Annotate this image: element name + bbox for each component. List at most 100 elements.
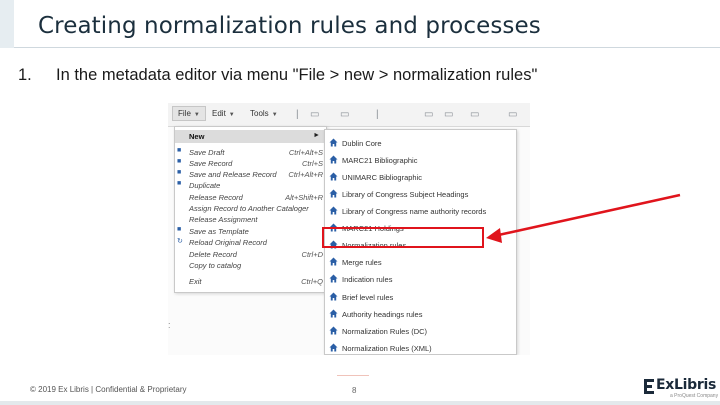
new-submenu-item-label: Authority headings rules: [342, 310, 423, 319]
document-icon[interactable]: ▭: [310, 109, 319, 120]
home-icon: [329, 309, 338, 318]
home-icon: [329, 155, 338, 164]
logo-text: ExLibris: [656, 377, 716, 393]
new-submenu-item-label: Normalization Rules (DC): [342, 327, 428, 336]
file-menu-item-shortcut: Ctrl+S: [301, 159, 323, 168]
pipe-separator-icon: |: [296, 109, 299, 120]
chevron-right-icon: ►: [313, 132, 320, 139]
save-icon: ■: [177, 147, 182, 154]
file-menu-item-label: Exit: [189, 277, 202, 286]
save-icon: ■: [177, 180, 182, 187]
home-icon: [329, 206, 338, 215]
file-menu-item-save-and-release[interactable]: ■ Save and Release Record Ctrl+Alt+R: [175, 169, 326, 180]
step-number: 1.: [18, 66, 32, 84]
document-icon[interactable]: ▭: [508, 109, 517, 120]
document-icon[interactable]: ▭: [444, 109, 453, 120]
chevron-down-icon: ▼: [271, 112, 278, 118]
file-dropdown-menu: New ► ■ Save Draft Ctrl+Alt+S ■ Save Rec…: [174, 126, 327, 293]
file-menu-item-shortcut: Ctrl+Alt+R: [288, 170, 323, 179]
file-menu-item-exit[interactable]: Exit Ctrl+Q: [175, 276, 326, 287]
home-icon: [329, 326, 338, 335]
file-menu-item-label: Release Record: [189, 193, 243, 202]
chevron-down-icon: ▼: [193, 112, 200, 118]
step-instruction: 1. In the metadata editor via menu "File …: [18, 66, 537, 85]
pipe-separator-icon: |: [376, 109, 379, 120]
home-icon: [329, 138, 338, 147]
logo-subtext: a ProQuest Company: [670, 393, 719, 399]
file-menu-item-shortcut: Alt+Shift+R: [285, 193, 323, 202]
file-menu-item-label: Assign Record to Another Cataloger: [189, 204, 309, 213]
new-submenu-item[interactable]: Authority headings rules: [325, 307, 516, 321]
menu-edit[interactable]: Edit ▼: [212, 109, 235, 118]
footer-copyright: © 2019 Ex Libris | Confidential & Propri…: [30, 385, 187, 394]
file-menu-item-copy-to-catalog[interactable]: Copy to catalog: [175, 260, 326, 271]
file-menu-item-label: Save and Release Record: [189, 170, 277, 179]
new-submenu-item[interactable]: Library of Congress name authority recor…: [325, 204, 516, 218]
document-icon[interactable]: ▭: [424, 109, 433, 120]
new-submenu-item-label: Brief level rules: [342, 293, 394, 302]
home-icon: [329, 292, 338, 301]
file-menu-item-new[interactable]: New ►: [175, 130, 326, 143]
page-number-rule: [337, 375, 369, 376]
slide-corner-decoration: [0, 0, 14, 48]
new-submenu-item[interactable]: Normalization Rules (XML): [325, 341, 516, 355]
reload-icon: ↻: [177, 238, 183, 245]
new-submenu-item[interactable]: Indication rules: [325, 272, 516, 286]
new-submenu-item-label: Indication rules: [342, 275, 393, 284]
save-icon: ■: [177, 158, 182, 165]
slide-title: Creating normalization rules and process…: [38, 13, 541, 39]
new-submenu-item[interactable]: Normalization Rules (DC): [325, 324, 516, 338]
home-icon: [329, 343, 338, 352]
file-menu-item-save-record[interactable]: ■ Save Record Ctrl+S: [175, 158, 326, 169]
file-menu-item-release-assignment[interactable]: Release Assignment: [175, 214, 326, 225]
file-menu-item-label: Save Draft: [189, 148, 225, 157]
document-icon[interactable]: ▭: [340, 109, 349, 120]
file-menu-item-label: New: [189, 132, 205, 141]
bottom-strip: [0, 401, 720, 405]
file-menu-item-duplicate[interactable]: ■ Duplicate: [175, 180, 326, 191]
new-submenu-item[interactable]: Library of Congress Subject Headings: [325, 187, 516, 201]
home-icon: [329, 189, 338, 198]
new-submenu-item[interactable]: MARC21 Bibliographic: [325, 153, 516, 167]
file-menu-item-shortcut: Ctrl+Alt+S: [288, 148, 323, 157]
new-submenu-item-label: Dublin Core: [342, 139, 382, 148]
editor-menubar: File ▼ Edit ▼ Tools ▼ | ▭ ▭ | ▭ ▭ ▭ ▭: [168, 103, 530, 127]
file-menu-item-label: Reload Original Record: [189, 238, 267, 247]
new-submenu-item[interactable]: Brief level rules: [325, 290, 516, 304]
new-submenu-item-label: Merge rules: [342, 258, 382, 267]
file-menu-item-shortcut: Ctrl+Q: [301, 277, 323, 286]
home-icon: [329, 172, 338, 181]
new-submenu-item-label: UNIMARC Bibliographic: [342, 173, 423, 182]
normalization-rules-highlight-box: [322, 227, 484, 248]
file-menu-item-save-as-template[interactable]: ■ Save as Template: [175, 226, 326, 237]
left-edge-mark: :: [168, 320, 171, 330]
file-menu-item-label: Copy to catalog: [189, 261, 242, 270]
home-icon: [329, 257, 338, 266]
menu-tools-label: Tools: [250, 109, 269, 118]
new-submenu-item-label: Normalization Rules (XML): [342, 344, 432, 353]
new-submenu-item[interactable]: UNIMARC Bibliographic: [325, 170, 516, 184]
menu-tools[interactable]: Tools ▼: [250, 109, 278, 118]
menu-file-label: File: [178, 109, 191, 118]
menu-file[interactable]: File ▼: [172, 106, 206, 121]
file-menu-item-assign-record[interactable]: Assign Record to Another Cataloger: [175, 203, 326, 214]
menu-edit-label: Edit: [212, 109, 226, 118]
new-submenu-item-label: MARC21 Bibliographic: [342, 156, 418, 165]
file-menu-item-label: Duplicate: [189, 181, 221, 190]
logo-mark-icon: [644, 379, 654, 394]
save-icon: ■: [177, 169, 182, 176]
document-icon[interactable]: ▭: [470, 109, 479, 120]
new-submenu-item-label: Library of Congress Subject Headings: [342, 190, 469, 199]
new-submenu-item[interactable]: Merge rules: [325, 255, 516, 269]
file-menu-item-delete-record[interactable]: Delete Record Ctrl+D: [175, 249, 326, 260]
new-submenu-item-label: Library of Congress name authority recor…: [342, 207, 487, 216]
file-menu-item-label: Release Assignment: [189, 215, 258, 224]
new-submenu-item[interactable]: Dublin Core: [325, 136, 516, 150]
exlibris-logo: ExLibris a ProQuest Company: [640, 375, 718, 401]
title-divider: [14, 47, 720, 48]
file-menu-item-reload-original[interactable]: ↻ Reload Original Record: [175, 237, 326, 248]
file-menu-item-save-draft[interactable]: ■ Save Draft Ctrl+Alt+S: [175, 147, 326, 158]
file-menu-item-release-record[interactable]: Release Record Alt+Shift+R: [175, 192, 326, 203]
file-menu-item-label: Delete Record: [189, 250, 237, 259]
file-menu-item-label: Save Record: [189, 159, 233, 168]
